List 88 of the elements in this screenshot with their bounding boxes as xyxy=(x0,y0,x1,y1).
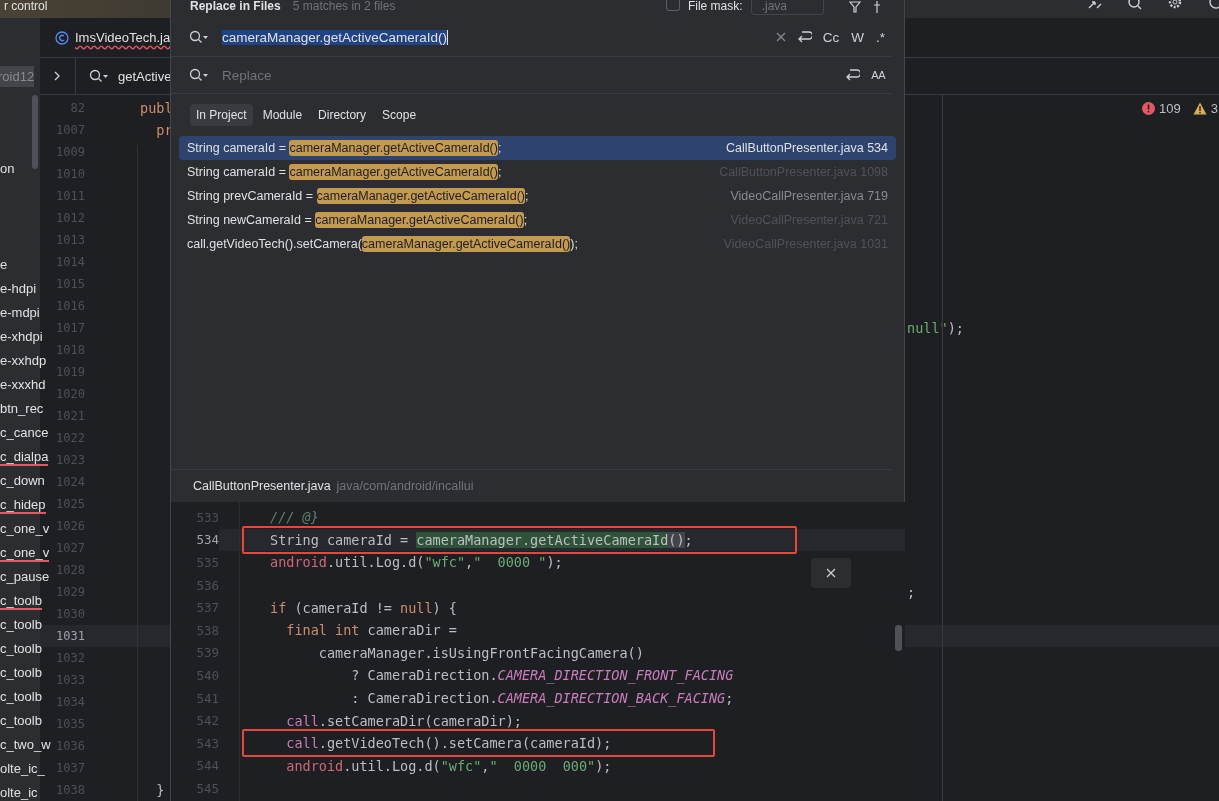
scrollbar-thumb[interactable] xyxy=(895,625,902,651)
code-line: : CameraDirection.CAMERA_DIRECTION_BACK_FACING; xyxy=(350,690,734,707)
file-item[interactable]: c_toolb xyxy=(0,640,42,658)
option-toggle[interactable]: W xyxy=(850,29,865,45)
close-icon xyxy=(826,568,836,578)
result-row[interactable]: String cameraId = cameraManager.getActiveCameraId(); CallButtonPresenter.java 534 xyxy=(179,136,896,160)
code-line: ? CameraDirection.CAMERA_DIRECTION_FRONT_FACING xyxy=(350,667,734,684)
code-line: String cameraId = cameraManager.getActiveCameraId(); xyxy=(270,531,693,548)
preview-file-path: java/com/android/incallui xyxy=(336,479,474,493)
code-line: if (cameraId != null) { xyxy=(270,599,457,616)
file-item[interactable]: c_two_w xyxy=(0,736,51,754)
account-icon[interactable] xyxy=(1207,0,1219,10)
scope-tab[interactable]: Scope xyxy=(376,104,423,126)
search-icon[interactable] xyxy=(89,69,109,83)
tab-label: ImsVideoTech.ja xyxy=(75,30,171,45)
newline-icon[interactable] xyxy=(844,68,861,82)
line-number: 1031 xyxy=(55,629,86,643)
file-item[interactable]: c_toolb xyxy=(0,712,42,730)
code-line: call.getVideoTech().setCamera(cameraId); xyxy=(285,735,612,752)
result-location: VideoCallPresenter.java 719 xyxy=(730,189,888,203)
editor-tab[interactable]: ImsVideoTech.ja xyxy=(55,30,171,45)
file-item[interactable]: e-xhdpi xyxy=(0,328,43,346)
file-item[interactable]: c_toolb xyxy=(0,664,42,682)
close-button[interactable] xyxy=(811,558,851,588)
error-icon[interactable] xyxy=(1142,101,1156,115)
dialog-title: Replace in Files xyxy=(190,0,281,13)
option-toggle[interactable]: Cc xyxy=(821,29,841,45)
file-item[interactable]: on xyxy=(0,160,15,178)
file-item[interactable]: olte_ic_ xyxy=(0,760,45,778)
file-item[interactable]: c_cance xyxy=(0,424,49,442)
file-item[interactable]: c_pause xyxy=(0,568,50,586)
file-item[interactable]: btn_rec xyxy=(0,400,44,418)
file-item[interactable]: c_down xyxy=(0,472,45,490)
code-line: final int cameraDir = xyxy=(285,622,457,639)
settings-icon[interactable] xyxy=(1167,0,1183,10)
code-line: } xyxy=(155,782,165,798)
file-item[interactable]: c_one_v xyxy=(0,544,50,562)
window-title: r control xyxy=(3,0,48,13)
file-item[interactable]: c_toolb xyxy=(0,616,42,634)
code-line: /// @} xyxy=(270,509,319,526)
search-icon[interactable] xyxy=(189,30,209,44)
file-item[interactable]: e-xxxhd xyxy=(0,376,46,394)
file-item[interactable]: e-hdpi xyxy=(0,280,37,298)
class-icon xyxy=(55,30,69,45)
scope-tab[interactable]: In Project xyxy=(190,104,253,126)
file-item[interactable]: e-xxhdp xyxy=(0,352,47,370)
replace-field[interactable]: Replace xyxy=(222,67,845,83)
file-item[interactable]: e-mdpi xyxy=(0,304,40,322)
error-count[interactable]: 109 xyxy=(1159,100,1181,116)
match-summary: 5 matches in 2 files xyxy=(292,0,396,13)
search-field[interactable]: cameraManager.getActiveCameraId() xyxy=(222,29,776,45)
search-icon[interactable] xyxy=(189,68,209,82)
file-item[interactable]: c_toolb xyxy=(0,688,42,706)
file-item[interactable]: e xyxy=(0,256,8,274)
code-line: call.setCameraDir(cameraDir); xyxy=(285,712,522,729)
code-line: cameraManager.isUsingFrontFacingCamera() xyxy=(317,644,644,661)
preserve-case-toggle[interactable]: AA xyxy=(870,69,886,81)
result-code: String cameraId = cameraManager.getActiveCameraId(); xyxy=(187,141,502,155)
code-line: android.util.Log.d("wfc"," 0000 000"); xyxy=(285,757,612,774)
search-icon[interactable] xyxy=(1127,0,1143,10)
warning-count[interactable]: 3 xyxy=(1210,100,1218,116)
file-mask-label: File mask: xyxy=(687,0,743,13)
file-item[interactable]: olte_ic xyxy=(0,784,38,801)
arrows-icon[interactable] xyxy=(1087,0,1103,10)
code-line: android.util.Log.d("wfc"," 0000 "); xyxy=(270,554,563,571)
code-line: null"); xyxy=(907,320,964,336)
code-line: publ xyxy=(140,100,173,116)
clear-icon[interactable] xyxy=(775,32,786,42)
warning-icon[interactable] xyxy=(1192,101,1207,115)
result-code: String prevCameraId = cameraManager.getActiveCameraId(); xyxy=(187,189,529,203)
search-text: getActive xyxy=(118,68,172,84)
checkbox[interactable] xyxy=(665,0,680,11)
line-number: 534 xyxy=(195,532,219,548)
chevron-icon[interactable] xyxy=(53,70,61,82)
option-toggle[interactable]: .* xyxy=(875,29,886,45)
result-code: String cameraId = cameraManager.getActiveCameraId(); xyxy=(187,165,502,179)
filter-icon[interactable] xyxy=(848,0,862,14)
file-item[interactable]: c_toolb xyxy=(0,592,42,610)
scope-tab[interactable]: Directory xyxy=(312,104,373,126)
result-code: String newCameraId = cameraManager.getActiveCameraId(); xyxy=(187,213,528,227)
code-line: ; xyxy=(907,584,916,600)
file-item[interactable]: c_one_v xyxy=(0,520,50,538)
file-item[interactable]: c_hidep xyxy=(0,496,46,514)
file-item[interactable]: c_dialpa xyxy=(0,448,49,466)
result-row[interactable]: String prevCameraId = cameraManager.getActiveCameraId(); VideoCallPresenter.java 719 xyxy=(179,184,896,208)
scope-tab[interactable]: Module xyxy=(256,104,309,126)
result-location: CallButtonPresenter.java 534 xyxy=(726,141,888,155)
preview-file-name: CallButtonPresenter.java xyxy=(193,479,331,493)
